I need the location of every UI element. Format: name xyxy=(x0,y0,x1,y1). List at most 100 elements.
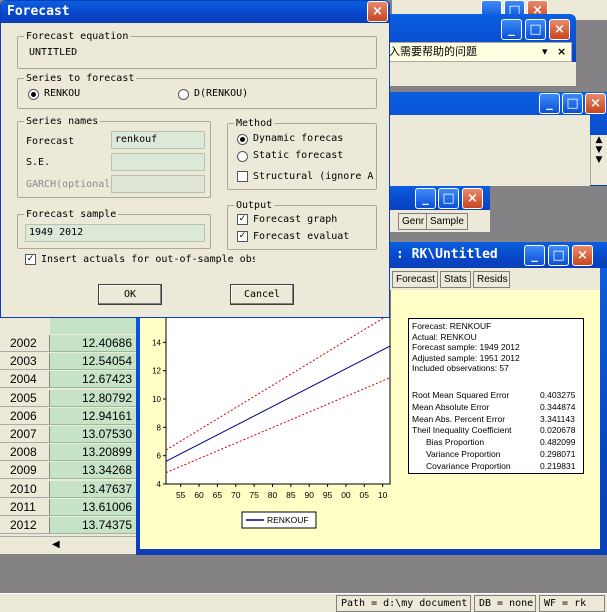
checkbox-insert-actuals[interactable]: ✓ xyxy=(25,254,36,265)
stats-line: Forecast sample: 1949 2012 xyxy=(412,342,520,352)
table-row[interactable]: 2009 13.34268 xyxy=(0,462,136,480)
radio-d-renkou[interactable] xyxy=(178,89,189,100)
radio-static[interactable] xyxy=(237,151,248,162)
forecast-name-input[interactable]: renkouf xyxy=(111,131,205,149)
table-row-value[interactable]: 12.54054 xyxy=(50,353,136,371)
se-input[interactable] xyxy=(111,153,205,171)
checkbox-forecast-eval[interactable]: ✓ xyxy=(237,231,248,242)
checkbox-forecast-graph-label[interactable]: Forecast graph xyxy=(253,214,337,225)
table-row-value[interactable]: 12.67423 xyxy=(50,371,136,389)
radio-dynamic[interactable] xyxy=(237,134,248,145)
table-row-year: 2009 xyxy=(0,462,50,480)
table-row-value[interactable]: 12.94161 xyxy=(50,407,136,425)
help-close-button[interactable]: × xyxy=(549,19,570,40)
table-row-value[interactable]: 13.20899 xyxy=(50,444,136,462)
x-tick-label: 80 xyxy=(268,490,278,500)
names-legend: Series names xyxy=(26,116,99,127)
checkbox-forecast-eval-label[interactable]: Forecast evaluat xyxy=(253,231,349,242)
checkbox-insert-actuals-label[interactable]: Insert actuals for out-of-sample obs xyxy=(41,254,255,265)
eq-close-button[interactable]: × xyxy=(572,245,593,266)
ok-button[interactable]: OK xyxy=(98,284,162,305)
stats-metric-value: 3.341143 xyxy=(540,413,575,424)
checkbox-structural-label[interactable]: Structural (ignore A xyxy=(253,171,373,182)
x-tick-label: 00 xyxy=(341,490,351,500)
help-min-button[interactable]: _ xyxy=(501,19,522,40)
table-row-year: 2005 xyxy=(0,389,50,407)
eq-max-button[interactable]: □ xyxy=(548,245,569,266)
table-row-value[interactable]: 13.74375 xyxy=(50,517,136,534)
close-icon[interactable]: × xyxy=(557,43,566,61)
x-tick-label: 75 xyxy=(249,490,259,500)
table-row-value[interactable]: 12.40686 xyxy=(50,335,136,352)
dialog-title-bar: Forecast xyxy=(1,1,389,23)
table-row-year: 2006 xyxy=(0,407,50,425)
tab-stats[interactable]: Stats xyxy=(440,271,471,288)
stats-line: Forecast: RENKOUF xyxy=(412,321,492,331)
table-row-year: 2007 xyxy=(0,426,50,443)
stats-line: Adjusted sample: 1951 2012 xyxy=(412,352,520,363)
garch-input[interactable] xyxy=(111,175,205,193)
help-max-button[interactable]: □ xyxy=(525,19,546,40)
checkbox-structural[interactable] xyxy=(237,171,248,182)
y-tick-label: 8 xyxy=(157,423,162,432)
sample-button[interactable]: Sample xyxy=(426,213,468,230)
table-row-value[interactable]: 13.61006 xyxy=(50,498,136,516)
x-tick-label: 90 xyxy=(304,490,314,500)
y-tick-label: 10 xyxy=(152,395,161,404)
group-min-button[interactable]: _ xyxy=(415,188,436,209)
radio-d-renkou-label[interactable]: D(RENKOU) xyxy=(194,88,248,99)
table-row[interactable]: 2002 12.40686 xyxy=(0,335,136,352)
legend-label: RENKOUF xyxy=(267,515,309,525)
stats-line: Actual: RENKOU xyxy=(412,331,477,342)
stats-metric-label: Bias Proportion xyxy=(426,437,485,448)
stats-metric-label: Covariance Proportion xyxy=(426,460,511,471)
stats-metric-label: Root Mean Squared Error xyxy=(412,390,510,400)
table-row[interactable]: 2007 13.07530 xyxy=(0,426,136,443)
table-row[interactable]: 2006 12.94161 xyxy=(0,407,136,425)
se-label: S.E. xyxy=(26,157,51,168)
table-row[interactable]: 2005 12.80792 xyxy=(0,389,136,407)
table-scrollbar[interactable]: ◀ xyxy=(0,536,136,553)
group-max-button[interactable]: □ xyxy=(438,188,459,209)
table-row-year: 2003 xyxy=(0,353,50,371)
table-row-value[interactable]: 13.07530 xyxy=(50,426,136,443)
table-row[interactable]: 2008 13.20899 xyxy=(0,444,136,462)
checkbox-forecast-graph[interactable]: ✓ xyxy=(237,214,248,225)
table-row[interactable]: 2012 13.74375 xyxy=(0,517,136,534)
sample-legend: Forecast sample xyxy=(26,209,117,220)
stats-metric-label: Theil Inequality Coefficient xyxy=(412,425,512,436)
table-row-value[interactable]: 13.34268 xyxy=(50,462,136,480)
y-tick-label: 12 xyxy=(152,367,161,376)
help-box[interactable]: 入需要帮助的问题 ▾ × xyxy=(384,42,572,62)
sample-input[interactable]: 1949 2012 xyxy=(25,224,205,242)
scrollbar[interactable]: ▲ ▼ ▼ xyxy=(590,135,607,185)
radio-renkou-label[interactable]: RENKOU xyxy=(44,88,80,99)
group-close-button[interactable]: × xyxy=(462,188,483,209)
tab-resids[interactable]: Resids xyxy=(473,271,510,288)
stats-metric-value: 0.344874 xyxy=(540,401,576,412)
dialog-close-button[interactable]: × xyxy=(367,1,388,22)
tab-forecast[interactable]: Forecast xyxy=(392,271,438,288)
radio-dynamic-label[interactable]: Dynamic forecas xyxy=(253,133,343,144)
table-row[interactable]: 2004 12.67423 xyxy=(0,371,136,389)
table-row[interactable]: 2010 13.47637 xyxy=(0,480,136,498)
table-row-year: 2011 xyxy=(0,498,50,516)
chevron-down-icon[interactable]: ▾ xyxy=(542,43,548,61)
equation-value: UNTITLED xyxy=(29,47,78,58)
cancel-button[interactable]: Cancel xyxy=(230,284,294,305)
x-tick-label: 65 xyxy=(213,490,223,500)
series-min-button[interactable]: _ xyxy=(539,93,560,114)
series-close-button[interactable]: × xyxy=(585,93,606,114)
series-max-button[interactable]: □ xyxy=(562,93,583,114)
table-row[interactable]: 2011 13.61006 xyxy=(0,498,136,516)
table-row-value[interactable]: 12.80792 xyxy=(50,389,136,407)
y-tick-label: 6 xyxy=(157,452,162,461)
table-row[interactable]: 2003 12.54054 xyxy=(0,353,136,371)
method-legend: Method xyxy=(236,118,273,129)
eq-min-button[interactable]: _ xyxy=(524,245,545,266)
radio-static-label[interactable]: Static forecast xyxy=(253,150,343,161)
stats-metric-label: Mean Abs. Percent Error xyxy=(412,413,506,424)
genr-button[interactable]: Genr xyxy=(398,213,429,230)
radio-renkou[interactable] xyxy=(28,89,39,100)
table-row-value[interactable]: 13.47637 xyxy=(50,480,136,498)
